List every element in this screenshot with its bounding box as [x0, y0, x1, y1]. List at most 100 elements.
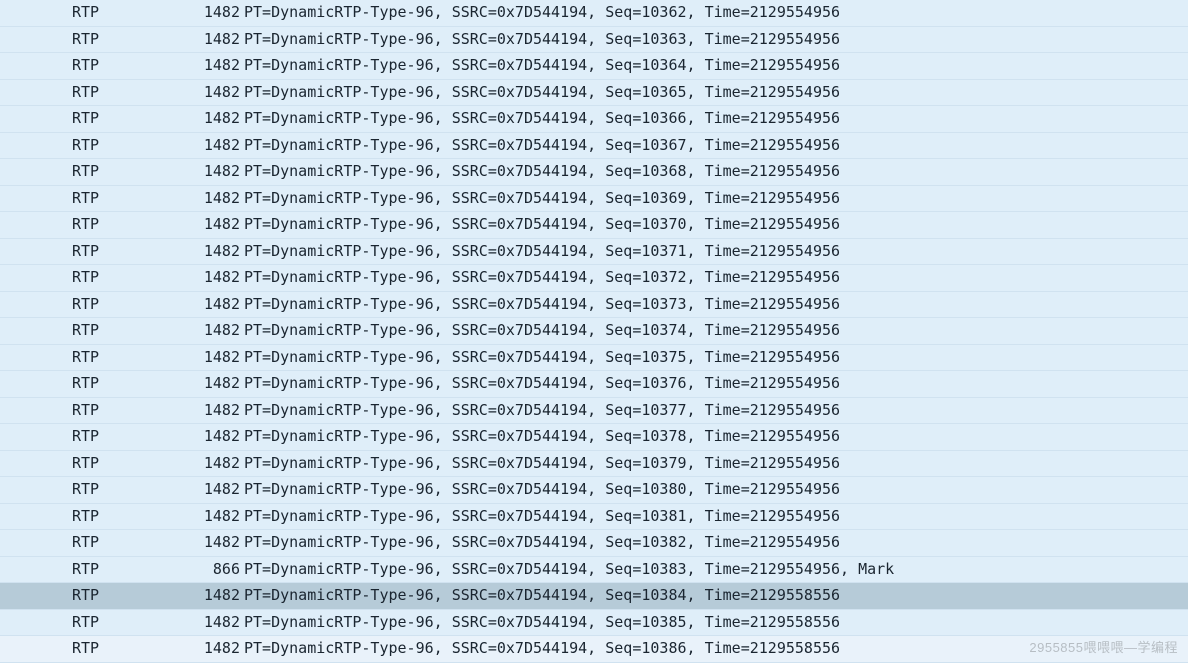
packet-info: PT=DynamicRTP-Type-96, SSRC=0x7D544194, … [242, 424, 1188, 450]
packet-protocol: RTP [72, 583, 180, 609]
packet-info: PT=DynamicRTP-Type-96, SSRC=0x7D544194, … [242, 133, 1188, 159]
packet-length: 1482 [180, 239, 242, 265]
packet-row[interactable]: RTP1482PT=DynamicRTP-Type-96, SSRC=0x7D5… [0, 106, 1188, 133]
packet-protocol: RTP [72, 371, 180, 397]
packet-info: PT=DynamicRTP-Type-96, SSRC=0x7D544194, … [242, 80, 1188, 106]
packet-row[interactable]: RTP1482PT=DynamicRTP-Type-96, SSRC=0x7D5… [0, 451, 1188, 478]
packet-length: 1482 [180, 212, 242, 238]
packet-length: 1482 [180, 27, 242, 53]
packet-row[interactable]: RTP1482PT=DynamicRTP-Type-96, SSRC=0x7D5… [0, 239, 1188, 266]
packet-protocol: RTP [72, 106, 180, 132]
packet-protocol: RTP [72, 0, 180, 26]
packet-length: 1482 [180, 636, 242, 662]
packet-protocol: RTP [72, 27, 180, 53]
packet-length: 1482 [180, 398, 242, 424]
packet-info: PT=DynamicRTP-Type-96, SSRC=0x7D544194, … [242, 583, 1188, 609]
packet-protocol: RTP [72, 212, 180, 238]
packet-info: PT=DynamicRTP-Type-96, SSRC=0x7D544194, … [242, 345, 1188, 371]
packet-length: 1482 [180, 292, 242, 318]
packet-row[interactable]: RTP1482PT=DynamicRTP-Type-96, SSRC=0x7D5… [0, 0, 1188, 27]
packet-protocol: RTP [72, 424, 180, 450]
packet-info: PT=DynamicRTP-Type-96, SSRC=0x7D544194, … [242, 239, 1188, 265]
packet-info: PT=DynamicRTP-Type-96, SSRC=0x7D544194, … [242, 530, 1188, 556]
packet-row[interactable]: RTP1482PT=DynamicRTP-Type-96, SSRC=0x7D5… [0, 318, 1188, 345]
packet-info: PT=DynamicRTP-Type-96, SSRC=0x7D544194, … [242, 636, 1188, 662]
packet-info: PT=DynamicRTP-Type-96, SSRC=0x7D544194, … [242, 610, 1188, 636]
packet-row[interactable]: RTP1482PT=DynamicRTP-Type-96, SSRC=0x7D5… [0, 159, 1188, 186]
packet-info: PT=DynamicRTP-Type-96, SSRC=0x7D544194, … [242, 106, 1188, 132]
packet-row[interactable]: RTP1482PT=DynamicRTP-Type-96, SSRC=0x7D5… [0, 477, 1188, 504]
packet-length: 1482 [180, 106, 242, 132]
packet-protocol: RTP [72, 265, 180, 291]
packet-length: 1482 [180, 133, 242, 159]
packet-row[interactable]: RTP1482PT=DynamicRTP-Type-96, SSRC=0x7D5… [0, 212, 1188, 239]
packet-protocol: RTP [72, 636, 180, 662]
packet-row[interactable]: RTP1482PT=DynamicRTP-Type-96, SSRC=0x7D5… [0, 636, 1188, 663]
packet-length: 1482 [180, 371, 242, 397]
packet-row[interactable]: RTP1482PT=DynamicRTP-Type-96, SSRC=0x7D5… [0, 424, 1188, 451]
packet-info: PT=DynamicRTP-Type-96, SSRC=0x7D544194, … [242, 186, 1188, 212]
packet-info: PT=DynamicRTP-Type-96, SSRC=0x7D544194, … [242, 292, 1188, 318]
packet-info: PT=DynamicRTP-Type-96, SSRC=0x7D544194, … [242, 318, 1188, 344]
packet-info: PT=DynamicRTP-Type-96, SSRC=0x7D544194, … [242, 53, 1188, 79]
packet-protocol: RTP [72, 292, 180, 318]
packet-row[interactable]: RTP1482PT=DynamicRTP-Type-96, SSRC=0x7D5… [0, 292, 1188, 319]
packet-protocol: RTP [72, 477, 180, 503]
packet-protocol: RTP [72, 133, 180, 159]
packet-length: 1482 [180, 0, 242, 26]
packet-length: 1482 [180, 610, 242, 636]
packet-length: 1482 [180, 451, 242, 477]
packet-protocol: RTP [72, 504, 180, 530]
packet-row[interactable]: RTP1482PT=DynamicRTP-Type-96, SSRC=0x7D5… [0, 398, 1188, 425]
packet-length: 1482 [180, 80, 242, 106]
packet-row[interactable]: RTP1482PT=DynamicRTP-Type-96, SSRC=0x7D5… [0, 265, 1188, 292]
packet-length: 1482 [180, 477, 242, 503]
packet-info: PT=DynamicRTP-Type-96, SSRC=0x7D544194, … [242, 0, 1188, 26]
packet-protocol: RTP [72, 557, 180, 583]
packet-protocol: RTP [72, 239, 180, 265]
packet-length: 1482 [180, 318, 242, 344]
packet-length: 866 [180, 557, 242, 583]
packet-row[interactable]: RTP1482PT=DynamicRTP-Type-96, SSRC=0x7D5… [0, 27, 1188, 54]
packet-protocol: RTP [72, 345, 180, 371]
packet-protocol: RTP [72, 610, 180, 636]
packet-length: 1482 [180, 583, 242, 609]
packet-info: PT=DynamicRTP-Type-96, SSRC=0x7D544194, … [242, 451, 1188, 477]
packet-protocol: RTP [72, 398, 180, 424]
packet-row[interactable]: RTP1482PT=DynamicRTP-Type-96, SSRC=0x7D5… [0, 345, 1188, 372]
packet-length: 1482 [180, 53, 242, 79]
packet-row[interactable]: RTP1482PT=DynamicRTP-Type-96, SSRC=0x7D5… [0, 610, 1188, 637]
packet-length: 1482 [180, 159, 242, 185]
packet-info: PT=DynamicRTP-Type-96, SSRC=0x7D544194, … [242, 159, 1188, 185]
packet-row[interactable]: RTP866PT=DynamicRTP-Type-96, SSRC=0x7D54… [0, 557, 1188, 584]
packet-length: 1482 [180, 186, 242, 212]
packet-protocol: RTP [72, 186, 180, 212]
packet-row[interactable]: RTP1482PT=DynamicRTP-Type-96, SSRC=0x7D5… [0, 53, 1188, 80]
packet-protocol: RTP [72, 53, 180, 79]
packet-protocol: RTP [72, 451, 180, 477]
packet-length: 1482 [180, 424, 242, 450]
packet-info: PT=DynamicRTP-Type-96, SSRC=0x7D544194, … [242, 398, 1188, 424]
packet-length: 1482 [180, 265, 242, 291]
packet-info: PT=DynamicRTP-Type-96, SSRC=0x7D544194, … [242, 27, 1188, 53]
packet-row[interactable]: RTP1482PT=DynamicRTP-Type-96, SSRC=0x7D5… [0, 80, 1188, 107]
packet-info: PT=DynamicRTP-Type-96, SSRC=0x7D544194, … [242, 504, 1188, 530]
packet-info: PT=DynamicRTP-Type-96, SSRC=0x7D544194, … [242, 212, 1188, 238]
packet-row[interactable]: RTP1482PT=DynamicRTP-Type-96, SSRC=0x7D5… [0, 504, 1188, 531]
packet-row[interactable]: RTP1482PT=DynamicRTP-Type-96, SSRC=0x7D5… [0, 371, 1188, 398]
packet-list[interactable]: RTP1482PT=DynamicRTP-Type-96, SSRC=0x7D5… [0, 0, 1188, 664]
packet-info: PT=DynamicRTP-Type-96, SSRC=0x7D544194, … [242, 371, 1188, 397]
packet-row[interactable]: RTP1482PT=DynamicRTP-Type-96, SSRC=0x7D5… [0, 133, 1188, 160]
packet-row[interactable]: RTP1482PT=DynamicRTP-Type-96, SSRC=0x7D5… [0, 530, 1188, 557]
packet-length: 1482 [180, 530, 242, 556]
packet-info: PT=DynamicRTP-Type-96, SSRC=0x7D544194, … [242, 477, 1188, 503]
packet-protocol: RTP [72, 159, 180, 185]
packet-info: PT=DynamicRTP-Type-96, SSRC=0x7D544194, … [242, 265, 1188, 291]
packet-length: 1482 [180, 345, 242, 371]
packet-protocol: RTP [72, 318, 180, 344]
packet-info: PT=DynamicRTP-Type-96, SSRC=0x7D544194, … [242, 557, 1188, 583]
packet-length: 1482 [180, 504, 242, 530]
packet-protocol: RTP [72, 530, 180, 556]
packet-row[interactable]: RTP1482PT=DynamicRTP-Type-96, SSRC=0x7D5… [0, 583, 1188, 610]
packet-row[interactable]: RTP1482PT=DynamicRTP-Type-96, SSRC=0x7D5… [0, 186, 1188, 213]
